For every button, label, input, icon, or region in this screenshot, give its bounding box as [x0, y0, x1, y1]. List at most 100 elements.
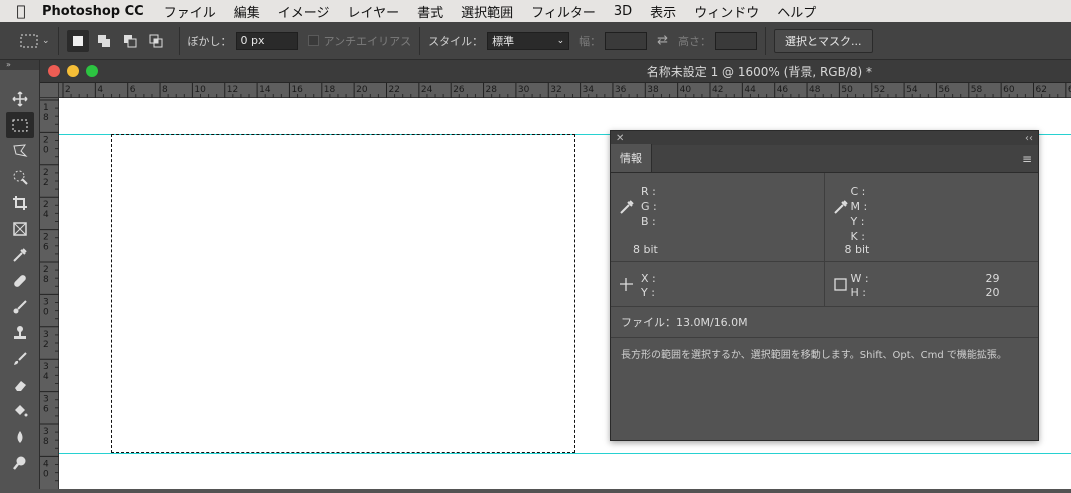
ruler-tick-label: 44 [744, 85, 756, 95]
frame-tool-icon[interactable] [6, 216, 34, 242]
ruler-tick-label: 8 [43, 113, 49, 123]
menu-view[interactable]: 表示 [650, 2, 676, 21]
selection-marquee[interactable] [111, 134, 575, 453]
ruler-tick-label: 28 [486, 85, 498, 95]
ruler-tick-label: 8 [43, 437, 49, 447]
apple-icon[interactable]:  [0, 2, 42, 20]
collapse-icon[interactable]: » [0, 60, 39, 70]
width-input[interactable] [605, 31, 648, 50]
file-info-row: ファイル：13.0M/16.0M [611, 307, 1038, 338]
ruler-tick-label: 8 [43, 275, 49, 285]
eraser-tool-icon[interactable] [6, 372, 34, 398]
crop-tool-icon[interactable] [6, 190, 34, 216]
close-window-button[interactable] [48, 65, 60, 77]
menu-window[interactable]: ウィンドウ [694, 2, 759, 21]
minimize-window-button[interactable] [67, 65, 79, 77]
menu-app-name[interactable]: Photoshop CC [42, 4, 144, 19]
close-icon[interactable]: ✕ [616, 133, 624, 144]
y-label: Y : [850, 215, 865, 228]
menu-select[interactable]: 選択範囲 [461, 2, 513, 21]
ruler-tick-label: 4 [43, 210, 49, 220]
tool-hint: 長方形の範囲を選択するか、選択範囲を移動します。Shift、Opt、Cmd で機… [611, 338, 1038, 361]
menu-layer[interactable]: レイヤー [347, 2, 399, 21]
w-value: 29 [985, 272, 1000, 285]
paint-bucket-tool-icon[interactable] [6, 398, 34, 424]
marquee-preset-icon[interactable] [18, 30, 40, 52]
eyedropper-tool-icon[interactable] [6, 242, 34, 268]
vertical-ruler[interactable]: 182022242628303234363840 [40, 98, 59, 489]
x-label: X : [641, 272, 656, 285]
brush-tool-icon[interactable] [6, 294, 34, 320]
feather-label: ぼかし： [187, 34, 232, 48]
ruler-tick-label: 20 [356, 85, 368, 95]
collapse-panel-icon[interactable]: ‹‹ [1025, 133, 1033, 144]
ruler-tick-label: 12 [227, 85, 238, 95]
h-label: H : [850, 286, 866, 299]
ruler-tick-label: 38 [647, 85, 659, 95]
clone-stamp-tool-icon[interactable] [6, 320, 34, 346]
ruler-origin[interactable] [40, 83, 59, 98]
width-label: 幅： [579, 34, 602, 48]
eyedropper-icon[interactable] [619, 199, 635, 219]
zoom-window-button[interactable] [86, 65, 98, 77]
ruler-tick-label: 3 [43, 395, 49, 405]
subtract-selection-button[interactable] [119, 30, 141, 52]
horizontal-ruler[interactable]: 2 4 6 8 10 12 14 16 18 20 22 24 26 28 30 32 34 36 38 40 42 44… [59, 83, 1071, 98]
chevron-down-icon[interactable]: ⌄ [42, 36, 50, 46]
history-brush-tool-icon[interactable] [6, 346, 34, 372]
menu-filter[interactable]: フィルター [531, 2, 596, 21]
ruler-tick-label: 2 [43, 200, 49, 210]
style-value: 標準 [492, 34, 515, 48]
menu-bar:  Photoshop CC ファイル 編集 イメージ レイヤー 書式 選択範囲… [0, 0, 1071, 22]
menu-image[interactable]: イメージ [278, 2, 330, 21]
ruler-tick-label: 6 [43, 405, 49, 415]
ruler-tick-label: 16 [291, 85, 303, 95]
ruler-tick-label: 62 [1036, 85, 1047, 95]
cmyk-bit-depth: 8 bit [844, 243, 870, 256]
eyedropper-icon[interactable] [833, 199, 849, 219]
menu-help[interactable]: ヘルプ [777, 2, 816, 21]
menu-edit[interactable]: 編集 [234, 2, 260, 21]
menu-type[interactable]: 書式 [417, 2, 443, 21]
rect-marquee-tool-icon[interactable] [6, 112, 34, 138]
info-panel: ✕ ‹‹ 情報 ≡ R : G : B : 8 bit C : M : Y : … [610, 130, 1039, 441]
ruler-tick-label: 32 [550, 85, 561, 95]
style-select[interactable]: 標準 ⌄ [487, 31, 570, 50]
new-selection-button[interactable] [66, 29, 89, 52]
tab-info[interactable]: 情報 [611, 144, 652, 172]
guide-line[interactable] [59, 453, 1071, 454]
ruler-tick-label: 4 [43, 459, 49, 469]
panel-tabs: 情報 ≡ [611, 144, 1038, 173]
xy-readout: X : Y : [611, 262, 825, 306]
add-selection-button[interactable] [93, 30, 115, 52]
wh-readout: W : H : 29 20 [825, 262, 1039, 306]
blur-tool-icon[interactable] [6, 424, 34, 450]
vertical-ruler-ticks: 182022242628303234363840 [40, 99, 59, 482]
healing-brush-tool-icon[interactable] [6, 268, 34, 294]
intersect-selection-button[interactable] [145, 30, 167, 52]
tool-hint-text: 長方形の範囲を選択するか、選択範囲を移動します。Shift、Opt、Cmd で機… [621, 350, 1007, 361]
height-input[interactable] [715, 31, 758, 50]
ruler-tick-label: 6 [43, 243, 49, 253]
feather-input[interactable]: 0 px [235, 31, 298, 50]
ruler-tick-label: 48 [809, 85, 821, 95]
lasso-tool-icon[interactable] [6, 138, 34, 164]
menu-file[interactable]: ファイル [164, 2, 216, 21]
ruler-tick-label: 58 [971, 85, 983, 95]
rgb-bit-depth: 8 bit [633, 243, 658, 256]
tools-panel: » [0, 60, 40, 489]
ruler-tick-label: 42 [712, 85, 723, 95]
ruler-tick-label: 4 [43, 372, 49, 382]
ruler-tick-label: 14 [259, 85, 271, 95]
ruler-tick-label: 56 [938, 85, 950, 95]
panel-menu-icon[interactable]: ≡ [1022, 152, 1032, 166]
menu-3d[interactable]: 3D [614, 4, 632, 19]
quick-select-tool-icon[interactable] [6, 164, 34, 190]
dodge-tool-icon[interactable] [6, 450, 34, 476]
antialias-checkbox[interactable] [307, 35, 319, 46]
move-tool-icon[interactable] [6, 86, 34, 112]
select-and-mask-button[interactable]: 選択とマスク... [774, 28, 873, 53]
divider [419, 26, 421, 55]
swap-icon[interactable]: ⇄ [657, 33, 668, 48]
panel-header: ✕ ‹‹ [611, 131, 1038, 145]
